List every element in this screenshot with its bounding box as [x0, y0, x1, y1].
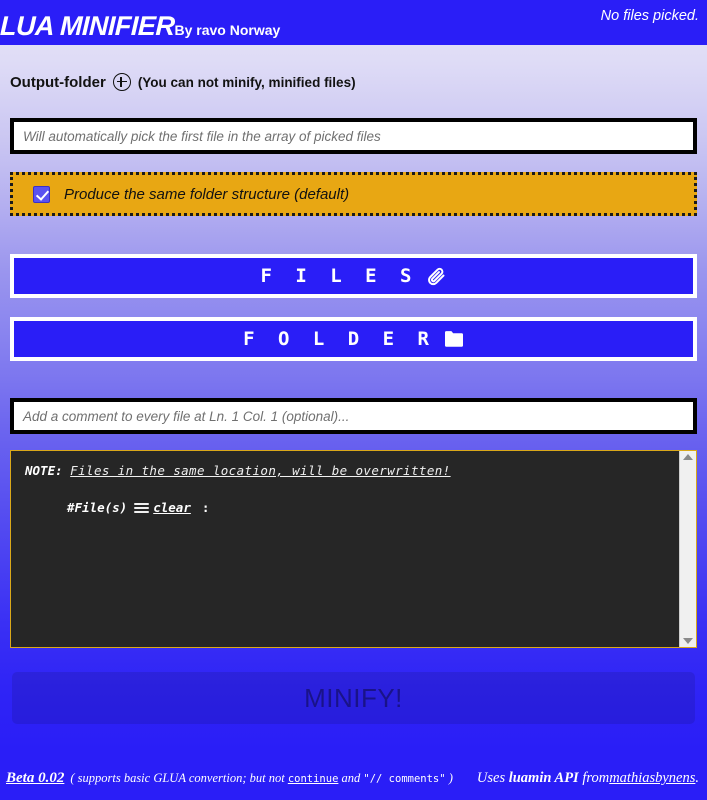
note-log-area[interactable]: NOTE: Files in the same location, will b…	[10, 450, 697, 648]
footer-note-mid: and	[341, 771, 361, 785]
footer-code-comments: "// comments"	[363, 773, 446, 785]
comment-placeholder: Add a comment to every file at Ln. 1 Col…	[23, 408, 350, 424]
note-warning-line: NOTE: Files in the same location, will b…	[25, 463, 665, 478]
file-count-colon: :	[201, 500, 210, 515]
footer-note-suffix: )	[448, 771, 453, 785]
minify-button[interactable]: MINIFY!	[12, 672, 695, 724]
pick-files-button[interactable]: F I L E S	[10, 254, 697, 298]
app-header: LUA MINIFIER By ravo Norway No files pic…	[0, 0, 707, 45]
note-label: NOTE:	[25, 463, 63, 478]
beta-version-link[interactable]: Beta 0.02	[6, 770, 64, 787]
footer-support-note: ( supports basic GLUA convertion; but no…	[70, 771, 453, 786]
output-folder-input[interactable]: Will automatically pick the first file i…	[10, 118, 697, 154]
scroll-up-icon[interactable]	[683, 454, 693, 460]
folder-structure-label: Produce the same folder structure (defau…	[64, 185, 350, 203]
minify-button-label: MINIFY!	[304, 682, 403, 713]
footer-code-continue: continue	[287, 773, 339, 785]
file-count-label: #File(s)	[67, 500, 128, 515]
pick-folder-label: F O L D E R	[243, 328, 435, 350]
folder-structure-option[interactable]: Produce the same folder structure (defau…	[10, 172, 697, 216]
footer-right: Uses luamin API frommathiasbynens.	[477, 770, 699, 787]
credit-from: from	[582, 770, 610, 786]
credit-end: .	[695, 770, 699, 786]
app-title: LUA MINIFIER	[0, 11, 176, 41]
comment-input[interactable]: Add a comment to every file at Ln. 1 Col…	[10, 398, 697, 434]
footer-left: Beta 0.02 ( supports basic GLUA converti…	[6, 770, 453, 787]
note-scrollbar[interactable]	[679, 451, 696, 647]
pick-files-label: F I L E S	[260, 265, 418, 287]
hamburger-icon[interactable]	[134, 502, 150, 513]
output-folder-row: Output-folder (You can not minify, minif…	[10, 73, 356, 91]
output-folder-label: Output-folder	[10, 73, 106, 91]
file-count-line: #File(s) clear :	[25, 500, 665, 515]
output-folder-placeholder: Will automatically pick the first file i…	[23, 128, 381, 144]
plus-circle-icon[interactable]	[112, 73, 131, 91]
note-message: Files in the same location, will be over…	[70, 463, 451, 478]
status-badge: No files picked.	[600, 8, 699, 24]
scroll-down-icon[interactable]	[683, 638, 693, 644]
note-log-content: NOTE: Files in the same location, will b…	[11, 451, 679, 647]
app-subtitle: By ravo Norway	[174, 22, 281, 38]
credit-api: luamin API	[508, 770, 579, 786]
clear-link[interactable]: clear	[153, 500, 191, 515]
paperclip-icon	[426, 266, 446, 286]
folder-icon	[444, 330, 464, 348]
output-folder-hint: (You can not minify, minified files)	[137, 74, 356, 90]
pick-folder-button[interactable]: F O L D E R	[10, 317, 697, 361]
credit-author-link[interactable]: mathiasbynens	[609, 770, 695, 786]
credit-prefix: Uses	[476, 770, 506, 786]
brand: LUA MINIFIER By ravo Norway	[0, 11, 281, 41]
folder-structure-checkbox[interactable]	[33, 185, 50, 203]
footer-note-prefix: ( supports basic GLUA convertion; but no…	[70, 771, 285, 785]
